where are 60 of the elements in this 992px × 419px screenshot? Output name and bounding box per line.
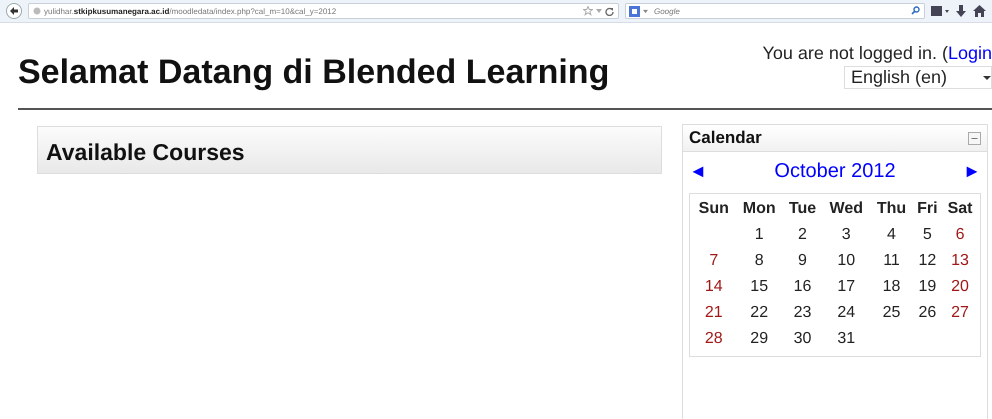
url-text: yulidhar.stkipkusumanegara.ac.id/moodledata/index.php?cal_m=10&cal_y=2012	[44, 6, 336, 16]
language-select[interactable]: English (en)	[844, 66, 992, 89]
day-number[interactable]: 6	[956, 226, 964, 243]
day-number[interactable]: 1	[754, 226, 764, 243]
collapse-icon[interactable]	[968, 132, 981, 144]
day-number[interactable]: 22	[750, 304, 768, 321]
day-number[interactable]: 26	[918, 304, 936, 321]
day-number[interactable]: 17	[837, 278, 856, 295]
section-header: Available Courses	[37, 126, 662, 174]
day-number[interactable]: 13	[951, 252, 969, 269]
day-number[interactable]: 29	[750, 330, 768, 347]
day-number[interactable]: 11	[883, 252, 900, 269]
day-number[interactable]: 20	[951, 278, 969, 295]
weekday-header: Sun	[698, 199, 730, 219]
day-number[interactable]: 14	[704, 278, 723, 295]
day-number[interactable]: 18	[882, 278, 900, 295]
search-engine-icon	[629, 6, 640, 16]
address-bar[interactable]: yulidhar.stkipkusumanegara.ac.id/moodledata/index.php?cal_m=10&cal_y=2012	[28, 3, 619, 19]
day-number[interactable]: 24	[837, 304, 856, 321]
day-number[interactable]: 9	[798, 252, 807, 269]
day-number[interactable]: 27	[951, 304, 969, 321]
weekday-header: Sat	[946, 199, 974, 219]
day-number[interactable]: 5	[922, 226, 932, 243]
day-number[interactable]: 28	[704, 330, 723, 347]
login-link[interactable]: Login	[948, 43, 992, 63]
day-number[interactable]: 21	[704, 304, 723, 321]
page-title: Selamat Datang di Blended Learning	[18, 53, 610, 92]
day-number[interactable]: 30	[794, 330, 812, 347]
search-icon[interactable]	[911, 6, 920, 15]
download-icon[interactable]	[955, 5, 967, 17]
dropdown-icon[interactable]	[643, 8, 648, 14]
month-title[interactable]: October 2012	[774, 160, 896, 183]
day-number[interactable]: 23	[794, 304, 812, 321]
day-number[interactable]: 16	[794, 278, 812, 295]
day-number[interactable]: 8	[754, 252, 764, 269]
day-number[interactable]: 31	[837, 330, 856, 347]
day-number[interactable]: 12	[918, 252, 936, 269]
weekday-header: Mon	[742, 199, 777, 219]
block-title: Calendar	[689, 128, 762, 148]
login-status: You are not logged in. (Login	[762, 43, 992, 64]
weekday-header: Thu	[876, 199, 908, 219]
day-number[interactable]: 19	[918, 278, 936, 295]
day-number[interactable]: 10	[837, 252, 856, 269]
weekday-header: Wed	[828, 199, 864, 219]
day-number[interactable]: 7	[709, 252, 718, 269]
home-icon[interactable]	[973, 5, 986, 17]
back-icon[interactable]	[6, 3, 22, 19]
star-icon[interactable]	[583, 6, 593, 16]
weekday-header: Tue	[788, 199, 818, 219]
day-number[interactable]: 15	[750, 278, 768, 295]
day-number[interactable]: 25	[882, 304, 900, 321]
weekday-header: Fri	[916, 199, 939, 219]
previous-month-link[interactable]: ◄	[689, 161, 707, 182]
day-number[interactable]: 2	[798, 226, 807, 243]
day-number[interactable]: 4	[887, 226, 896, 243]
dropdown-icon	[983, 74, 991, 80]
reload-icon[interactable]	[605, 6, 614, 16]
next-month-link[interactable]: ►	[963, 161, 981, 182]
search-field[interactable]: Google	[625, 3, 925, 19]
day-number[interactable]: 3	[842, 226, 851, 243]
